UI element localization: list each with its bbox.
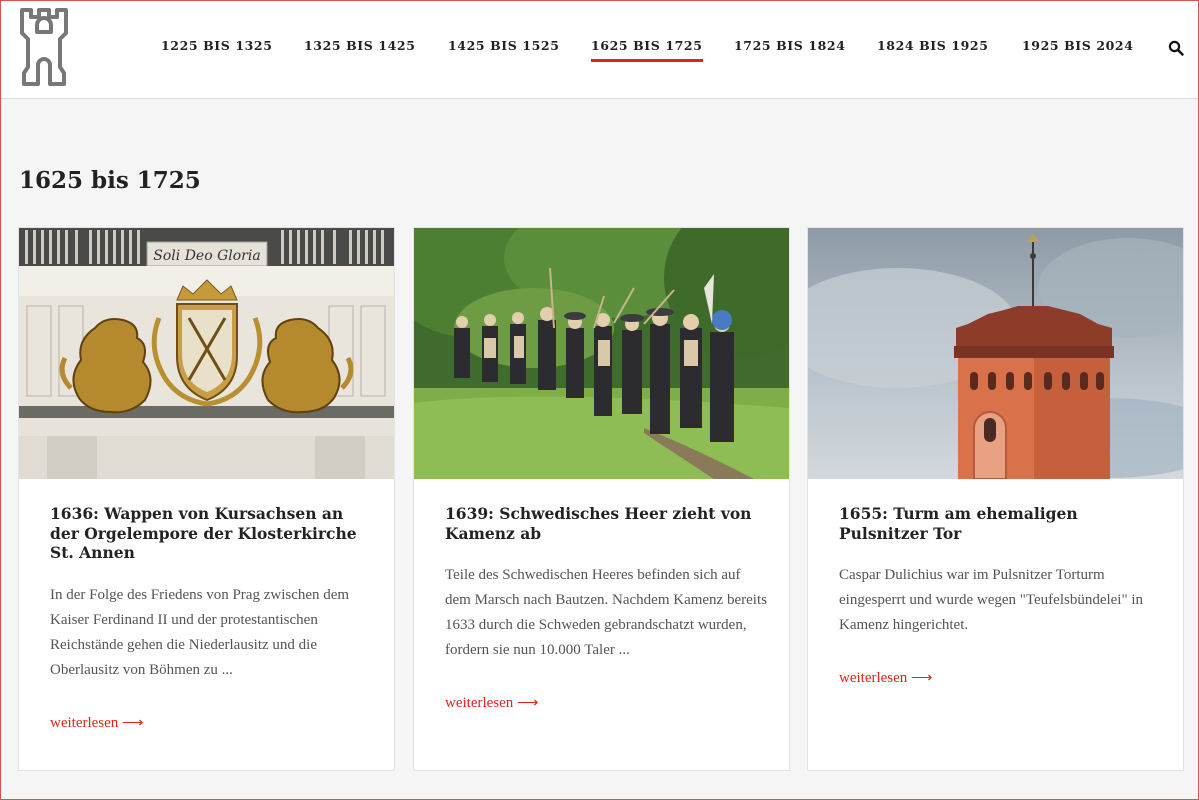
card-image-swedish-army[interactable] <box>414 228 789 479</box>
nav-item-1725-1824[interactable]: 1725 BIS 1824 <box>734 38 846 53</box>
post-card-1636: Soli Deo Gloria 1636: Wappen von Kursach… <box>18 227 395 771</box>
nav-item-1325-1425[interactable]: 1325 BIS 1425 <box>304 38 416 53</box>
page-title: 1625 bis 1725 <box>19 167 201 194</box>
read-more-link[interactable]: weiterlesen ⟶ <box>50 713 144 732</box>
card-title[interactable]: 1636: Wappen von Kursachsen an der Orgel… <box>50 504 370 563</box>
card-excerpt: Caspar Dulichius war im Pulsnitzer Tortu… <box>839 567 1144 633</box>
card-title[interactable]: 1655: Turm am ehemaligen Pulsnitzer Tor <box>839 504 1159 543</box>
read-more-link[interactable]: weiterlesen ⟶ <box>445 693 539 712</box>
nav-item-1824-1925[interactable]: 1824 BIS 1925 <box>877 38 989 53</box>
nav-item-1625-1725[interactable]: 1625 BIS 1725 <box>591 38 703 62</box>
nav-item-1225-1325[interactable]: 1225 BIS 1325 <box>161 38 273 53</box>
nav-item-1425-1525[interactable]: 1425 BIS 1525 <box>448 38 560 53</box>
site-header: 1225 BIS 1325 1325 BIS 1425 1425 BIS 152… <box>1 1 1198 99</box>
post-card-1639: 1639: Schwedisches Heer zieht von Kamenz… <box>413 227 790 771</box>
nav-item-1925-2024[interactable]: 1925 BIS 2024 <box>1022 38 1134 53</box>
card-image-coat-of-arms[interactable]: Soli Deo Gloria <box>19 228 394 479</box>
card-excerpt: In der Folge des Friedens von Prag zwisc… <box>50 587 350 678</box>
card-excerpt: Teile des Schwedischen Heeres befinden s… <box>445 567 767 658</box>
search-icon[interactable] <box>1168 40 1184 56</box>
card-title[interactable]: 1639: Schwedisches Heer zieht von Kamenz… <box>445 504 765 543</box>
organ-inscription: Soli Deo Gloria <box>153 248 260 264</box>
post-card-1655: 1655: Turm am ehemaligen Pulsnitzer Tor … <box>807 227 1184 771</box>
main-nav: 1225 BIS 1325 1325 BIS 1425 1425 BIS 152… <box>1 38 1198 62</box>
card-image-tower[interactable] <box>808 228 1183 479</box>
read-more-link[interactable]: weiterlesen ⟶ <box>839 668 933 687</box>
